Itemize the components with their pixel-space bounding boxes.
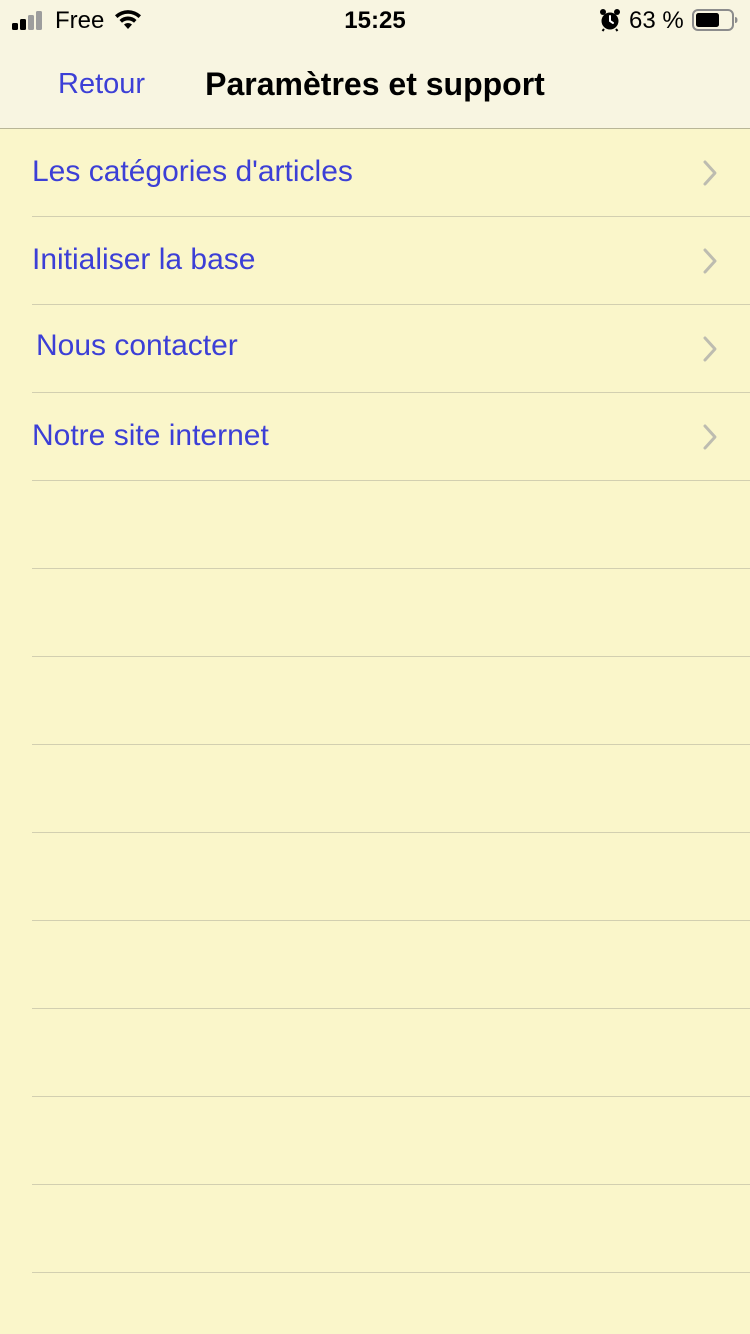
list-item-website[interactable]: Notre site internet: [32, 393, 750, 481]
chevron-right-icon: [703, 160, 717, 186]
list-item-label: Nous contacter: [36, 329, 238, 362]
empty-row: [32, 833, 750, 921]
chevron-right-icon: [703, 424, 717, 450]
chevron-right-icon: [703, 248, 717, 274]
alarm-icon: [600, 9, 620, 32]
empty-row: [32, 921, 750, 1009]
list-item-label: Initialiser la base: [32, 243, 256, 276]
empty-row: [32, 1185, 750, 1273]
empty-row: [32, 1009, 750, 1097]
page-title: Paramètres et support: [205, 66, 545, 102]
chevron-right-icon: [703, 336, 717, 362]
empty-row: [32, 745, 750, 833]
list-item-categories[interactable]: Les catégories d'articles: [32, 129, 750, 217]
empty-row: [32, 1097, 750, 1185]
list-item-reset-database[interactable]: Initialiser la base: [32, 217, 750, 305]
empty-row: [32, 569, 750, 657]
settings-list: Les catégories d'articles Initialiser la…: [0, 129, 750, 1334]
status-bar: Free 15:25 63 %: [0, 0, 750, 40]
navigation-bar: Retour Paramètres et support: [0, 40, 750, 129]
empty-row: [32, 657, 750, 745]
empty-row: [32, 1273, 750, 1334]
battery-icon: [692, 9, 738, 31]
empty-row: [32, 481, 750, 569]
list-item-label: Notre site internet: [32, 419, 269, 452]
list-item-contact[interactable]: Nous contacter: [32, 305, 750, 393]
list-item-label: Les catégories d'articles: [32, 155, 353, 188]
battery-percent: 63 %: [629, 7, 684, 34]
